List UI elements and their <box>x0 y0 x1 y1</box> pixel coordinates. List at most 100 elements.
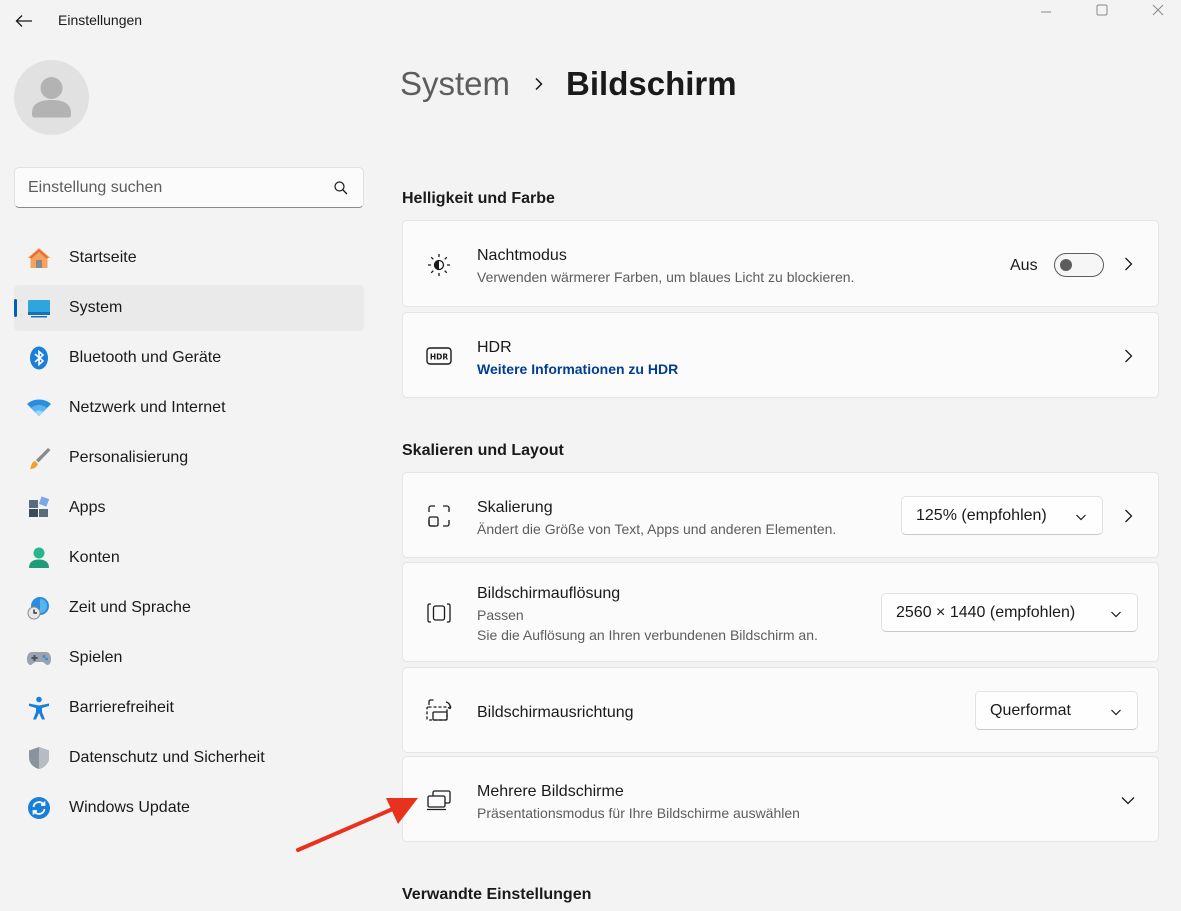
resolution-card[interactable]: Bildschirmauflösung Passen Sie die Auflö… <box>402 562 1159 662</box>
resolution-dropdown-value: 2560 × 1440 (empfohlen) <box>896 604 1076 621</box>
back-button[interactable] <box>10 8 38 34</box>
breadcrumb-parent[interactable]: System <box>400 65 510 103</box>
apps-icon <box>26 496 52 520</box>
home-icon <box>26 246 52 270</box>
scaling-dropdown[interactable]: 125% (empfohlen) <box>901 496 1103 535</box>
sidebar-item-label: Spielen <box>69 649 123 666</box>
search-input[interactable] <box>28 177 328 199</box>
minimize-icon <box>1041 11 1051 13</box>
night-mode-toggle-label: Aus <box>1010 257 1038 274</box>
chevron-right-icon[interactable] <box>1120 508 1136 524</box>
hdr-title: HDR <box>477 339 512 356</box>
chevron-right-icon[interactable] <box>1120 348 1136 364</box>
sidebar-item-spielen[interactable]: Spielen <box>14 635 364 681</box>
screen-rotation-icon <box>425 697 453 725</box>
multiple-displays-subtitle: Präsentationsmodus für Ihre Bildschirme … <box>477 805 800 821</box>
sidebar-item-label: Bluetooth und Geräte <box>69 349 222 366</box>
sidebar-item-label: Barrierefreiheit <box>69 699 174 716</box>
maximize-icon <box>1096 4 1108 16</box>
orientation-title: Bildschirmausrichtung <box>477 704 634 721</box>
bluetooth-icon <box>26 346 52 370</box>
svg-text:HDR: HDR <box>430 353 449 362</box>
section-title-brightness: Helligkeit und Farbe <box>402 190 555 207</box>
multiple-monitors-icon <box>425 786 453 814</box>
night-mode-title: Nachtmodus <box>477 247 567 264</box>
back-arrow-icon <box>15 15 32 27</box>
resolution-title: Bildschirmauflösung <box>477 585 621 602</box>
chevron-right-icon <box>535 77 543 91</box>
sidebar-item-konten[interactable]: Konten <box>14 535 364 581</box>
close-icon <box>1152 4 1164 16</box>
user-silhouette-icon <box>32 77 71 118</box>
sidebar-item-bluetooth[interactable]: Bluetooth und Geräte <box>14 335 364 381</box>
scaling-subtitle: Ändert die Größe von Text, Apps und ande… <box>477 521 837 537</box>
night-light-icon <box>425 251 453 279</box>
minimize-button[interactable] <box>1023 0 1069 20</box>
multiple-displays-title: Mehrere Bildschirme <box>477 783 624 800</box>
accessibility-icon <box>26 696 52 720</box>
sidebar-item-label: Konten <box>69 549 120 566</box>
sidebar-item-label: Netzwerk und Internet <box>69 399 226 416</box>
chevron-right-icon[interactable] <box>1120 256 1136 272</box>
scaling-title: Skalierung <box>477 499 553 516</box>
sidebar-item-label: Personalisierung <box>69 449 189 466</box>
search-icon[interactable] <box>333 180 349 196</box>
sidebar-item-apps[interactable]: Apps <box>14 485 364 531</box>
chevron-down-icon[interactable] <box>1120 792 1136 808</box>
chevron-down-icon <box>1111 709 1121 716</box>
app-title: Einstellungen <box>58 12 143 28</box>
shield-icon <box>26 746 52 770</box>
breadcrumb: System Bildschirm <box>400 62 737 106</box>
resolution-dropdown[interactable]: 2560 × 1440 (empfohlen) <box>881 593 1138 632</box>
wifi-icon <box>26 396 52 420</box>
maximize-button[interactable] <box>1079 0 1125 20</box>
time-language-icon <box>26 596 52 620</box>
sidebar-item-system[interactable]: System <box>14 285 364 331</box>
resolution-subtitle-2: Sie die Auflösung an Ihren verbundenen B… <box>477 627 818 643</box>
update-icon <box>26 796 52 820</box>
section-title-related: Verwandte Einstellungen <box>402 886 592 903</box>
sidebar-item-label: System <box>69 299 123 316</box>
sidebar-item-zeit[interactable]: Zeit und Sprache <box>14 585 364 631</box>
hdr-info-link[interactable]: Weitere Informationen zu HDR <box>477 361 678 377</box>
scaling-icon <box>425 502 453 530</box>
sidebar-item-startseite[interactable]: Startseite <box>14 235 364 281</box>
sidebar-item-barrierefreiheit[interactable]: Barrierefreiheit <box>14 685 364 731</box>
night-mode-toggle[interactable] <box>1054 253 1104 277</box>
sidebar-item-personalisierung[interactable]: Personalisierung <box>14 435 364 481</box>
system-display-icon <box>26 296 52 320</box>
sidebar-item-label: Zeit und Sprache <box>69 599 191 616</box>
night-mode-card[interactable]: Nachtmodus Verwenden wärmerer Farben, um… <box>402 220 1159 307</box>
chevron-down-icon <box>1111 611 1121 618</box>
hdr-card[interactable]: HDR HDR Weitere Informationen zu HDR <box>402 312 1159 398</box>
resolution-subtitle-1: Passen <box>477 607 524 623</box>
sidebar-item-label: Windows Update <box>69 799 190 816</box>
toggle-knob <box>1060 259 1072 271</box>
sidebar-item-datenschutz[interactable]: Datenschutz und Sicherheit <box>14 735 364 781</box>
orientation-dropdown[interactable]: Querformat <box>975 691 1138 730</box>
chevron-down-icon <box>1076 514 1086 521</box>
close-button[interactable] <box>1135 0 1181 20</box>
scaling-dropdown-value: 125% (empfohlen) <box>916 507 1047 524</box>
brush-icon <box>26 446 52 470</box>
search-box[interactable] <box>14 167 364 208</box>
gamepad-icon <box>26 646 52 670</box>
title-bar: Einstellungen <box>0 0 1181 42</box>
account-icon <box>26 546 52 570</box>
multiple-displays-card[interactable]: Mehrere Bildschirme Präsentationsmodus f… <box>402 756 1159 842</box>
orientation-card[interactable]: Bildschirmausrichtung Querformat <box>402 667 1159 753</box>
sidebar-item-label: Apps <box>69 499 106 516</box>
sidebar-item-label: Startseite <box>69 249 137 266</box>
sidebar-item-label: Datenschutz und Sicherheit <box>69 749 265 766</box>
resolution-icon <box>425 599 453 627</box>
sidebar-item-netzwerk[interactable]: Netzwerk und Internet <box>14 385 364 431</box>
page-title: Bildschirm <box>566 65 737 102</box>
sidebar-nav: Startseite System Bluetooth und Geräte N… <box>14 235 364 835</box>
section-title-scale-layout: Skalieren und Layout <box>402 442 564 459</box>
avatar[interactable] <box>14 60 89 135</box>
night-mode-subtitle: Verwenden wärmerer Farben, um blaues Lic… <box>477 269 855 285</box>
scaling-card[interactable]: Skalierung Ändert die Größe von Text, Ap… <box>402 472 1159 558</box>
sidebar-item-windows-update[interactable]: Windows Update <box>14 785 364 831</box>
orientation-dropdown-value: Querformat <box>990 702 1071 719</box>
hdr-icon: HDR <box>425 342 453 370</box>
